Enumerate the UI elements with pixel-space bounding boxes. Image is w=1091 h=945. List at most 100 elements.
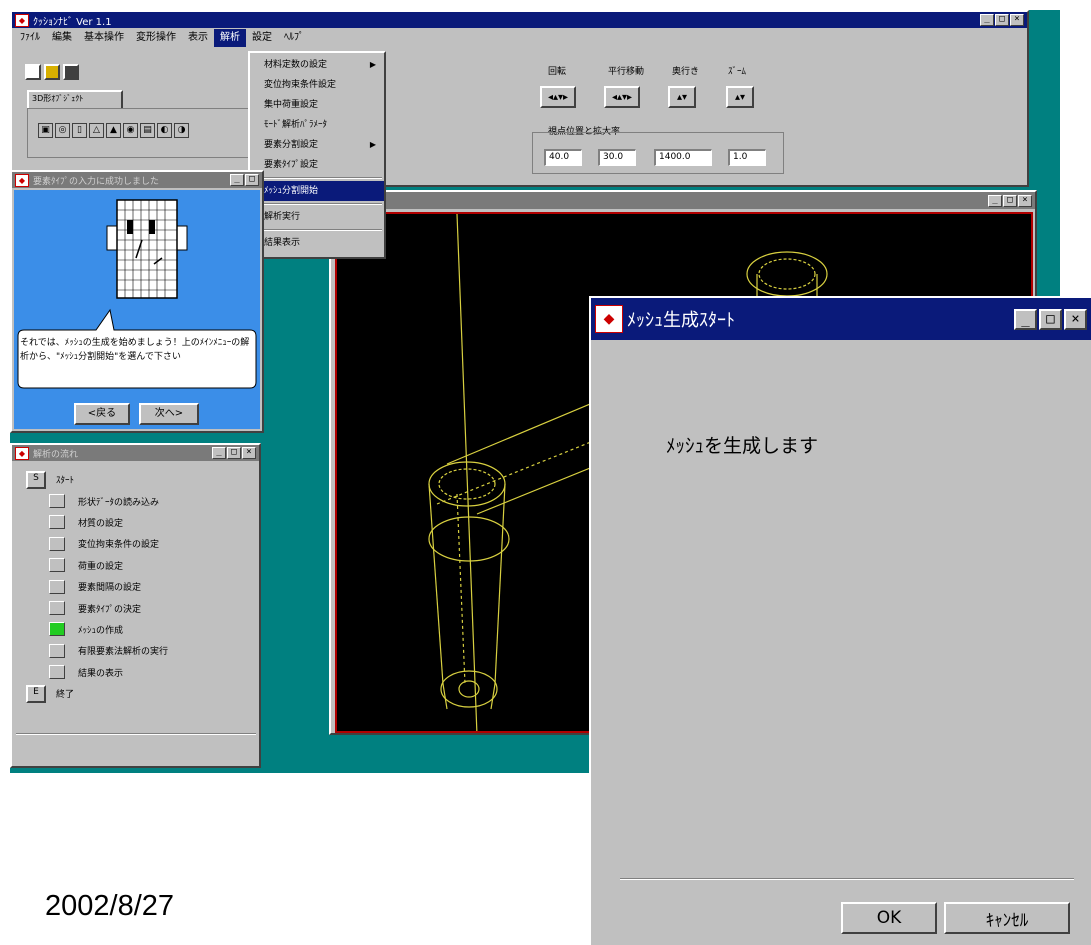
ok-button[interactable]: OK	[841, 902, 937, 934]
step-label: 材質の設定	[78, 518, 124, 529]
workflow-step[interactable]: 形状ﾃﾞｰﾀの読み込み	[14, 490, 259, 511]
viewer-maximize-icon[interactable]: □	[1003, 194, 1017, 207]
menu-settings[interactable]: 設定	[246, 29, 278, 47]
menu-deform-ops[interactable]: 変形操作	[130, 29, 182, 47]
dialog-minimize-icon[interactable]: _	[1014, 308, 1037, 330]
step-button[interactable]	[49, 515, 65, 530]
new-file-icon[interactable]	[25, 64, 41, 80]
workflow-step[interactable]: 有限要素法解析の実行	[14, 640, 259, 661]
menu-help[interactable]: ﾍﾙﾌﾟ	[278, 29, 310, 47]
viewer-minimize-icon[interactable]: _	[988, 194, 1002, 207]
menu-basic-ops[interactable]: 基本操作	[78, 29, 130, 47]
workflow-step[interactable]: 結果の表示	[14, 662, 259, 683]
view-controls: 回転 平行移動 奥行き ｽﾞｰﾑ ◂▴▾▸ ◂▴▾▸ ▴▾ ▴▾ 視点位置と拡大…	[532, 62, 784, 177]
menu-separator	[252, 177, 382, 179]
menu-item-run[interactable]: 解析実行	[250, 207, 384, 227]
step-button[interactable]	[49, 558, 65, 573]
rotate-group-label: 回転	[548, 67, 567, 77]
step-button[interactable]	[49, 579, 65, 594]
view-field-distance[interactable]: 1400.0	[654, 149, 712, 166]
wedge-icon[interactable]: ◑	[174, 123, 189, 138]
submenu-arrow-icon: ▶	[369, 140, 376, 149]
step-button[interactable]	[49, 494, 65, 509]
menu-edit[interactable]: 編集	[46, 29, 78, 47]
shape-tab[interactable]: 3D形ｵﾌﾞｼﾞｪｸﾄ	[27, 90, 123, 108]
cylinder-icon[interactable]: ▯	[72, 123, 87, 138]
workflow-step[interactable]: 要素ﾀｲﾌﾟの決定	[14, 597, 259, 618]
dialog-maximize-icon[interactable]: □	[1039, 308, 1062, 330]
menu-item-element-type[interactable]: 要素ﾀｲﾌﾟ設定	[250, 155, 384, 175]
workflow-list: S ｽﾀｰﾄ 形状ﾃﾞｰﾀの読み込み 材質の設定 変位拘束条件の設定 荷重の設定…	[14, 469, 259, 704]
workflow-step[interactable]: 荷重の設定	[14, 555, 259, 576]
workflow-step[interactable]: 変位拘束条件の設定	[14, 533, 259, 554]
viewer-titlebar[interactable]: _ □ ×	[331, 192, 1035, 209]
workflow-maximize-icon[interactable]: □	[227, 447, 241, 459]
step-label: 要素ﾀｲﾌﾟの決定	[78, 604, 142, 615]
next-button-label: 次へ>	[154, 408, 184, 419]
end-marker[interactable]: E	[26, 684, 46, 703]
torus-icon[interactable]: ◉	[123, 123, 138, 138]
open-folder-icon[interactable]	[44, 64, 60, 80]
workflow-titlebar[interactable]: ◆ 解析の流れ _ □ ×	[12, 445, 259, 461]
menu-item-load[interactable]: 集中荷重設定	[250, 95, 384, 115]
menu-item-results[interactable]: 結果表示	[250, 233, 384, 253]
menu-separator	[252, 229, 382, 231]
cone-icon[interactable]: △	[89, 123, 104, 138]
step-button-active[interactable]	[49, 622, 65, 637]
menu-view[interactable]: 表示	[182, 29, 214, 47]
ellipsoid-icon[interactable]: ◐	[157, 123, 172, 138]
menu-item-constraint-label: 変位拘束条件設定	[264, 80, 337, 90]
workflow-step-active[interactable]: ﾒｯｼｭの作成	[14, 619, 259, 640]
menu-item-element-division[interactable]: 要素分割設定 ▶	[250, 135, 384, 155]
sphere-icon[interactable]: ◎	[55, 123, 70, 138]
step-button[interactable]	[49, 601, 65, 616]
workflow-window: ◆ 解析の流れ _ □ × S ｽﾀｰﾄ 形状ﾃﾞｰﾀの読み込み 材質の設定 変…	[10, 443, 261, 768]
close-icon[interactable]: ×	[1010, 14, 1024, 26]
pan-group-label: 平行移動	[608, 67, 645, 77]
cancel-button[interactable]: ｷｬﾝｾﾙ	[944, 902, 1070, 934]
menu-item-mesh-start[interactable]: ﾒｯｼｭ分割開始	[250, 181, 384, 201]
viewer-close-icon[interactable]: ×	[1018, 194, 1032, 207]
view-field-azimuth[interactable]: 40.0	[544, 149, 582, 166]
menu-item-constraint[interactable]: 変位拘束条件設定	[250, 75, 384, 95]
maximize-icon[interactable]: □	[995, 14, 1009, 26]
pan-arrows-icon[interactable]: ◂▴▾▸	[604, 86, 640, 108]
guide-maximize-icon[interactable]: □	[245, 174, 259, 186]
menu-file[interactable]: ﾌｧｲﾙ	[14, 29, 46, 47]
menu-item-modal-params[interactable]: ﾓｰﾄﾞ解析ﾊﾟﾗﾒｰﾀ	[250, 115, 384, 135]
dialog-titlebar[interactable]: ◆ ﾒｯｼｭ生成ｽﾀｰﾄ _ □ ×	[591, 298, 1091, 340]
cube-icon[interactable]: ▣	[38, 123, 53, 138]
step-button[interactable]	[49, 643, 65, 658]
start-marker[interactable]: S	[26, 470, 46, 489]
menu-item-element-division-label: 要素分割設定	[264, 140, 319, 150]
step-button[interactable]	[49, 665, 65, 680]
workflow-minimize-icon[interactable]: _	[212, 447, 226, 459]
menu-analysis[interactable]: 解析	[214, 29, 246, 47]
guide-minimize-icon[interactable]: _	[230, 174, 244, 186]
dialog-close-icon[interactable]: ×	[1064, 308, 1087, 330]
minimize-icon[interactable]: _	[980, 14, 994, 26]
view-field-scale[interactable]: 1.0	[728, 149, 766, 166]
zoom-arrows-icon[interactable]: ▴▾	[726, 86, 754, 108]
main-window: ◆ ｸｯｼｮﾝﾅﾋﾞ Ver 1.1 _ □ × ﾌｧｲﾙ 編集 基本操作 変形…	[10, 10, 1029, 187]
save-disk-icon[interactable]	[63, 64, 79, 80]
rotate-arrows-icon[interactable]: ◂▴▾▸	[540, 86, 576, 108]
workflow-step[interactable]: 要素間隔の設定	[14, 576, 259, 597]
step-button[interactable]	[49, 536, 65, 551]
pipe-icon[interactable]: ▤	[140, 123, 155, 138]
ok-button-label: OK	[876, 908, 902, 928]
workflow-window-title: 解析の流れ	[33, 449, 79, 460]
menu-item-material[interactable]: 材料定数の設定 ▶	[250, 55, 384, 75]
workflow-step[interactable]: 材質の設定	[14, 512, 259, 533]
depth-arrows-icon[interactable]: ▴▾	[668, 86, 696, 108]
workflow-close-icon[interactable]: ×	[242, 447, 256, 459]
pyramid-icon[interactable]: ▲	[106, 123, 121, 138]
view-field-elevation[interactable]: 30.0	[598, 149, 636, 166]
guide-titlebar[interactable]: ◆ 要素ﾀｲﾌﾟの入力に成功しました _ □	[12, 172, 262, 188]
next-button[interactable]: 次へ>	[139, 403, 199, 425]
prev-button[interactable]: <戻る	[74, 403, 130, 425]
dialog-app-icon: ◆	[595, 305, 623, 333]
menu-item-element-type-label: 要素ﾀｲﾌﾟ設定	[264, 160, 319, 170]
submenu-arrow-icon: ▶	[369, 60, 376, 69]
main-titlebar[interactable]: ◆ ｸｯｼｮﾝﾅﾋﾞ Ver 1.1 _ □ ×	[12, 12, 1027, 28]
